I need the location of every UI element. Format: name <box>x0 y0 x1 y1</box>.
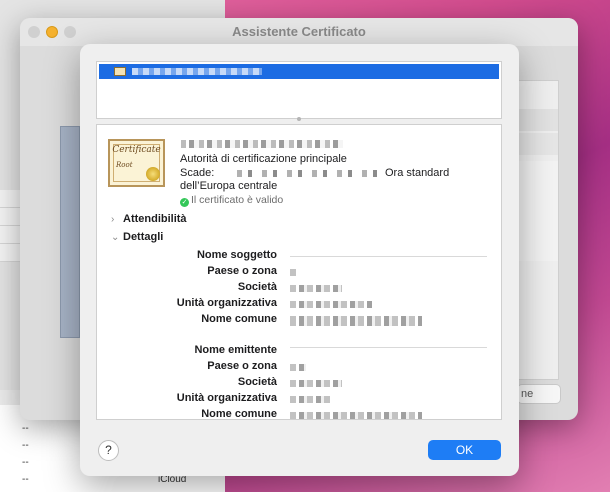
separator <box>290 256 487 257</box>
issuer-field-label: Unità organizzativa <box>176 392 277 404</box>
ok-button[interactable]: OK <box>428 440 501 460</box>
issuer-field-label: Società <box>237 376 277 388</box>
separator <box>290 347 487 348</box>
certificate-detail-pane[interactable]: Certificate Root Autorità di certificazi… <box>96 124 502 420</box>
redacted-expiry-date <box>227 170 385 177</box>
checkmark-circle-icon: ✓ <box>180 198 189 207</box>
redacted-certificate-name <box>132 68 262 75</box>
assistant-titlebar: Assistente Certificato <box>20 18 578 46</box>
assistant-window-title: Assistente Certificato <box>232 24 366 39</box>
certificate-image: Certificate Root <box>108 139 165 187</box>
help-button[interactable]: ? <box>98 440 119 461</box>
certificate-validity-text: Il certificato è valido <box>191 194 284 206</box>
list-item-value: -- <box>22 423 29 434</box>
redacted-field-value <box>290 285 342 292</box>
chevron-right-icon: › <box>111 214 115 225</box>
redacted-certificate-title <box>181 140 343 148</box>
issuer-header: Nome emittente <box>194 344 277 356</box>
certificate-authority-type: Autorità di certificazione principale <box>180 153 347 165</box>
certificate-chain-item-selected[interactable] <box>99 64 499 79</box>
issuer-field-label: Paese o zona <box>207 360 277 372</box>
list-item-value: -- <box>22 474 29 485</box>
redacted-field-value <box>290 301 372 308</box>
list-item-value: -- <box>22 440 29 451</box>
section-toggle-details[interactable]: ⌄ Dettagli <box>111 231 163 243</box>
subject-field-label: Nome comune <box>201 313 277 325</box>
panel-strip <box>516 109 558 131</box>
certificate-sheet: Certificate Root Autorità di certificazi… <box>80 44 519 476</box>
panel-strip <box>516 133 558 155</box>
subject-field-label: Unità organizzativa <box>176 297 277 309</box>
redacted-field-value <box>290 364 306 371</box>
certificate-icon <box>114 67 126 76</box>
certificate-chain-list[interactable] <box>96 61 502 119</box>
issuer-field-label: Nome comune <box>201 408 277 420</box>
section-toggle-trust[interactable]: › Attendibilità <box>111 213 187 225</box>
redacted-field-value <box>290 380 342 387</box>
certificate-expiry-timezone: Ora standard <box>385 167 450 179</box>
redacted-field-value <box>290 396 330 403</box>
certificate-image-subtitle: Root <box>116 161 133 169</box>
panel-strip <box>516 161 558 261</box>
assistant-partial-button[interactable]: ne <box>517 384 561 404</box>
assistant-side-panel <box>60 126 80 338</box>
subject-field-label: Paese o zona <box>207 265 277 277</box>
certificate-validity-status: ✓ Il certificato è valido <box>180 194 283 207</box>
redacted-field-value <box>290 412 422 419</box>
section-details-label: Dettagli <box>123 231 164 243</box>
certificate-expiry-timezone-cont: dell’Europa centrale <box>180 180 278 192</box>
redacted-field-value <box>290 316 422 326</box>
redacted-field-value <box>290 269 298 276</box>
certificate-expiry-label: Scade: <box>180 167 215 179</box>
assistant-right-panel <box>515 80 559 380</box>
seal-icon <box>146 167 160 181</box>
chevron-down-icon: ⌄ <box>111 232 120 243</box>
section-trust-label: Attendibilità <box>123 213 187 225</box>
split-resize-handle[interactable] <box>297 117 301 121</box>
list-item-value: -- <box>22 457 29 468</box>
subject-field-label: Società <box>237 281 277 293</box>
subject-header: Nome soggetto <box>196 249 277 261</box>
certificate-image-title: Certificate <box>112 145 161 155</box>
